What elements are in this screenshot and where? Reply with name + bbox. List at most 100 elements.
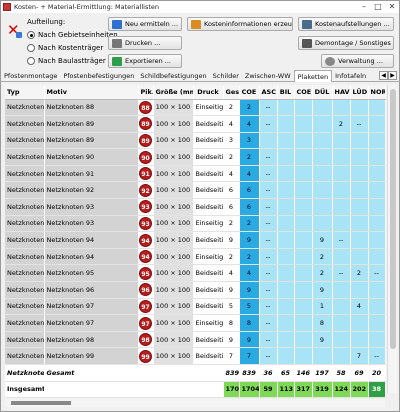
nor-cell[interactable]: -- (368, 264, 386, 283)
motiv-cell[interactable]: Netzknoten 95 (44, 264, 139, 283)
coe2-cell[interactable] (294, 132, 313, 150)
hav-cell[interactable] (332, 314, 351, 332)
scroll-thumb[interactable] (390, 89, 396, 349)
motiv-cell[interactable]: Netzknoten 97 (44, 314, 139, 332)
coe2-cell[interactable] (294, 248, 313, 266)
dul-cell[interactable]: 1 (312, 298, 333, 316)
coe2-cell[interactable] (294, 314, 313, 332)
bil-cell[interactable] (277, 298, 295, 316)
asc-cell[interactable]: -- (259, 115, 278, 133)
typ-cell[interactable]: Netzknoten (5, 99, 45, 117)
bil-cell[interactable] (277, 148, 295, 166)
druck-cell[interactable]: Einseitig (193, 215, 224, 233)
pik-cell[interactable]: 93 (138, 215, 154, 233)
motiv-cell[interactable]: Netzknoten 93 (44, 198, 139, 216)
empty-cell[interactable] (44, 381, 139, 399)
sum-coe2[interactable]: 146 (294, 364, 313, 382)
typ-cell[interactable]: Netzknoten (5, 347, 45, 365)
bil-cell[interactable] (277, 132, 295, 150)
motiv-cell[interactable]: Netzknoten 96 (44, 281, 139, 299)
druck-cell[interactable]: Beidseitig (193, 181, 224, 200)
motiv-cell[interactable]: Netzknoten 94 (44, 248, 139, 266)
lud-cell[interactable] (350, 198, 369, 216)
total-coe[interactable]: 1704 (239, 381, 260, 399)
coe-cell[interactable]: 4 (239, 165, 260, 183)
table-row[interactable]: Netzknoten Netzknoten 97 97 100 × 100 Einsei… (5, 314, 386, 332)
typ-cell[interactable]: Netzknoten (5, 115, 45, 133)
column-header[interactable]: NOR (368, 85, 386, 100)
dul-cell[interactable] (312, 198, 333, 216)
ges-cell[interactable]: 9 (223, 281, 240, 299)
table-row[interactable]: Netzknoten Netzknoten 91 91 100 × 100 Beidse… (5, 165, 386, 183)
bil-cell[interactable] (277, 99, 295, 117)
coe2-cell[interactable] (294, 99, 313, 117)
asc-cell[interactable]: -- (259, 165, 278, 183)
tab-right-icon[interactable]: ▶ (388, 71, 397, 80)
lud-cell[interactable] (350, 331, 369, 349)
motiv-cell[interactable]: Netzknoten 92 (44, 181, 139, 200)
druck-cell[interactable]: Beidseitig (193, 132, 224, 150)
sum-hav[interactable]: 58 (332, 364, 351, 382)
dul-cell[interactable] (312, 99, 333, 117)
nor-cell[interactable] (368, 281, 386, 299)
tab-pfostenmontage[interactable]: Pfostenmontage (1, 70, 60, 82)
drucken-button[interactable]: Drucken ... (108, 36, 182, 50)
tab-zwischen-ww[interactable]: Zwischen-WW (242, 70, 294, 82)
ges-cell[interactable]: 4 (223, 165, 240, 183)
nor-cell[interactable] (368, 115, 386, 133)
hav-cell[interactable] (332, 298, 351, 316)
typ-cell[interactable]: Netzknoten (5, 264, 45, 283)
radio-gebietseinheiten[interactable]: Nach Gebietseinheiten (27, 31, 118, 39)
groesse-cell[interactable]: 100 × 100 (153, 231, 194, 249)
motiv-cell[interactable]: Netzknoten 89 (44, 132, 139, 150)
coe-cell[interactable]: 9 (239, 231, 260, 249)
table-row[interactable]: Netzknoten Netzknoten 89 89 100 × 100 Beidse… (5, 132, 386, 150)
nor-cell[interactable] (368, 298, 386, 316)
table-row[interactable]: Netzknoten Netzknoten 92 92 100 × 100 Beidse… (5, 181, 386, 200)
demontage-button[interactable]: Demontage / Sonstiges ... (298, 36, 394, 50)
table-row[interactable]: Netzknoten Netzknoten 98 98 100 × 100 Beidse… (5, 331, 386, 349)
table-row[interactable]: Netzknoten Netzknoten 88 88 100 × 100 Einsei… (5, 99, 386, 117)
empty-cell[interactable] (153, 364, 194, 382)
bil-cell[interactable] (277, 347, 295, 365)
ges-cell[interactable]: 5 (223, 298, 240, 316)
hav-cell[interactable] (332, 148, 351, 166)
pik-cell[interactable]: 90 (138, 148, 154, 166)
table-row[interactable]: Netzknoten Netzknoten 94 94 100 × 100 Einsei… (5, 248, 386, 266)
coe-cell[interactable]: 5 (239, 298, 260, 316)
typ-cell[interactable]: Netzknoten (5, 148, 45, 166)
coe2-cell[interactable] (294, 298, 313, 316)
typ-cell[interactable]: Netzknoten (5, 181, 45, 200)
total-hav[interactable]: 124 (332, 381, 351, 399)
druck-cell[interactable]: Beidseitig (193, 148, 224, 166)
column-header[interactable]: COE (239, 85, 260, 100)
bil-cell[interactable] (277, 231, 295, 249)
dul-cell[interactable] (312, 347, 333, 365)
asc-cell[interactable]: -- (259, 264, 278, 283)
tab-left-icon[interactable]: ◀ (379, 71, 388, 80)
sum-asc[interactable]: 36 (259, 364, 278, 382)
druck-cell[interactable]: Beidseitig (193, 115, 224, 133)
nor-cell[interactable] (368, 248, 386, 266)
druck-cell[interactable]: Beidseitig (193, 331, 224, 349)
druck-cell[interactable]: Einseitig (193, 248, 224, 266)
table-row[interactable]: Netzknoten Netzknoten 97 97 100 × 100 Beidse… (5, 298, 386, 316)
nor-cell[interactable] (368, 231, 386, 249)
column-header[interactable]: ASC (259, 85, 278, 100)
kosteninformationen-button[interactable]: Kosteninformationen erzeugen (187, 17, 293, 31)
tab-infotafeln[interactable]: Infotafeln (332, 70, 369, 82)
pik-cell[interactable]: 97 (138, 298, 154, 316)
hav-cell[interactable]: 2 (332, 115, 351, 133)
nor-cell[interactable] (368, 215, 386, 233)
groesse-cell[interactable]: 100 × 100 (153, 115, 194, 133)
groesse-cell[interactable]: 100 × 100 (153, 165, 194, 183)
pik-cell[interactable]: 93 (138, 198, 154, 216)
lud-cell[interactable] (350, 132, 369, 150)
ges-cell[interactable]: 2 (223, 248, 240, 266)
motiv-cell[interactable]: Netzknoten 98 (44, 331, 139, 349)
table-row[interactable]: Netzknoten Netzknoten 93 93 100 × 100 Einsei… (5, 215, 386, 233)
coe-cell[interactable]: 2 (239, 99, 260, 117)
bil-cell[interactable] (277, 314, 295, 332)
maximize-icon[interactable]: □ (371, 1, 385, 13)
bil-cell[interactable] (277, 115, 295, 133)
